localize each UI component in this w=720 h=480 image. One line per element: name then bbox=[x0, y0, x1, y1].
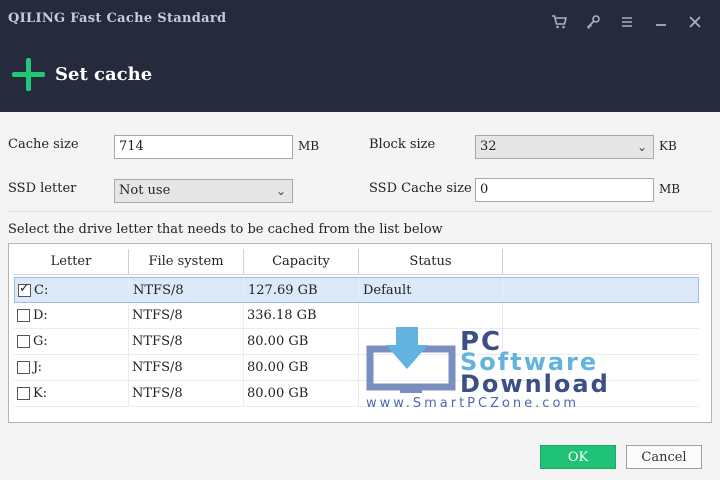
letter-cell: J: bbox=[14, 355, 129, 380]
table-row[interactable]: J: NTFS/8 80.00 GB bbox=[14, 355, 699, 381]
ssd-letter-select[interactable]: Not use ⌄ bbox=[114, 179, 293, 203]
ssd-cache-size-input[interactable]: 0 bbox=[475, 178, 654, 202]
checkbox[interactable] bbox=[17, 361, 30, 374]
col-header-status[interactable]: Status bbox=[359, 249, 503, 274]
table-row[interactable]: D: NTFS/8 336.18 GB bbox=[14, 303, 699, 329]
empty-cell bbox=[503, 381, 699, 406]
letter-cell: G: bbox=[14, 329, 129, 354]
fs-cell: NTFS/8 bbox=[130, 278, 245, 302]
ssd-cache-size-unit: MB bbox=[659, 182, 681, 196]
drive-letter: K: bbox=[33, 386, 48, 401]
col-header-letter[interactable]: Letter bbox=[14, 249, 129, 274]
capacity-cell: 80.00 GB bbox=[244, 329, 359, 354]
table-row[interactable]: C: NTFS/8 127.69 GB Default bbox=[14, 277, 699, 303]
table-row[interactable]: G: NTFS/8 80.00 GB bbox=[14, 329, 699, 355]
letter-cell: K: bbox=[14, 381, 129, 406]
cache-size-input[interactable]: 714 bbox=[114, 135, 293, 159]
letter-cell: D: bbox=[14, 303, 129, 328]
minimize-icon[interactable] bbox=[644, 8, 678, 36]
col-header-capacity[interactable]: Capacity bbox=[244, 249, 359, 274]
set-cache-label: Set cache bbox=[55, 64, 153, 85]
capacity-cell: 127.69 GB bbox=[245, 278, 360, 302]
app-title: QILING Fast Cache Standard bbox=[8, 11, 227, 26]
set-cache-header: Set cache bbox=[12, 58, 152, 91]
checkbox[interactable] bbox=[17, 387, 30, 400]
drive-letter: D: bbox=[33, 308, 48, 323]
drive-list[interactable]: Letter File system Capacity Status C: NT… bbox=[8, 243, 712, 423]
status-cell: Default bbox=[360, 278, 504, 302]
empty-cell bbox=[503, 303, 699, 328]
ssd-letter-value: Not use bbox=[119, 183, 171, 198]
title-bar: QILING Fast Cache Standard Set cache bbox=[0, 0, 720, 112]
status-cell bbox=[359, 381, 503, 406]
plus-icon bbox=[12, 58, 45, 91]
block-size-unit: KB bbox=[659, 139, 677, 153]
col-header-empty bbox=[503, 249, 699, 274]
empty-cell bbox=[503, 329, 699, 354]
empty-cell bbox=[504, 278, 698, 302]
key-icon[interactable] bbox=[576, 8, 610, 36]
close-icon[interactable] bbox=[678, 8, 712, 36]
block-size-label: Block size bbox=[369, 137, 436, 152]
chevron-down-icon: ⌄ bbox=[275, 184, 286, 198]
cart-icon[interactable] bbox=[542, 8, 576, 36]
menu-icon[interactable] bbox=[610, 8, 644, 36]
drive-letter: J: bbox=[33, 360, 43, 375]
cache-size-unit: MB bbox=[298, 139, 320, 153]
letter-cell: C: bbox=[15, 278, 130, 302]
col-header-file-system[interactable]: File system bbox=[129, 249, 244, 274]
checkbox[interactable] bbox=[18, 281, 31, 297]
checkbox[interactable] bbox=[17, 335, 30, 348]
drive-list-header: Letter File system Capacity Status bbox=[14, 249, 699, 275]
empty-cell bbox=[503, 355, 699, 380]
capacity-cell: 80.00 GB bbox=[244, 381, 359, 406]
cancel-button[interactable]: Cancel bbox=[626, 445, 702, 469]
cache-size-label: Cache size bbox=[8, 137, 79, 152]
capacity-cell: 80.00 GB bbox=[244, 355, 359, 380]
fs-cell: NTFS/8 bbox=[129, 303, 244, 328]
drive-letter: G: bbox=[33, 334, 48, 349]
block-size-value: 32 bbox=[480, 139, 497, 154]
fs-cell: NTFS/8 bbox=[129, 329, 244, 354]
status-cell bbox=[359, 329, 503, 354]
capacity-cell: 336.18 GB bbox=[244, 303, 359, 328]
divider bbox=[8, 211, 712, 212]
fs-cell: NTFS/8 bbox=[129, 381, 244, 406]
drive-rows: C: NTFS/8 127.69 GB Default D: NTFS/8 33… bbox=[14, 277, 699, 407]
instruction-text: Select the drive letter that needs to be… bbox=[8, 222, 443, 237]
status-cell bbox=[359, 303, 503, 328]
checkbox[interactable] bbox=[17, 309, 30, 322]
ok-button[interactable]: OK bbox=[540, 445, 616, 469]
window-controls bbox=[542, 8, 712, 36]
block-size-select[interactable]: 32 ⌄ bbox=[475, 135, 654, 159]
ssd-letter-label: SSD letter bbox=[8, 181, 77, 196]
ssd-cache-size-label: SSD Cache size bbox=[369, 181, 472, 196]
fs-cell: NTFS/8 bbox=[129, 355, 244, 380]
chevron-down-icon: ⌄ bbox=[636, 140, 647, 154]
status-cell bbox=[359, 355, 503, 380]
table-row[interactable]: K: NTFS/8 80.00 GB bbox=[14, 381, 699, 407]
drive-letter: C: bbox=[34, 282, 49, 298]
